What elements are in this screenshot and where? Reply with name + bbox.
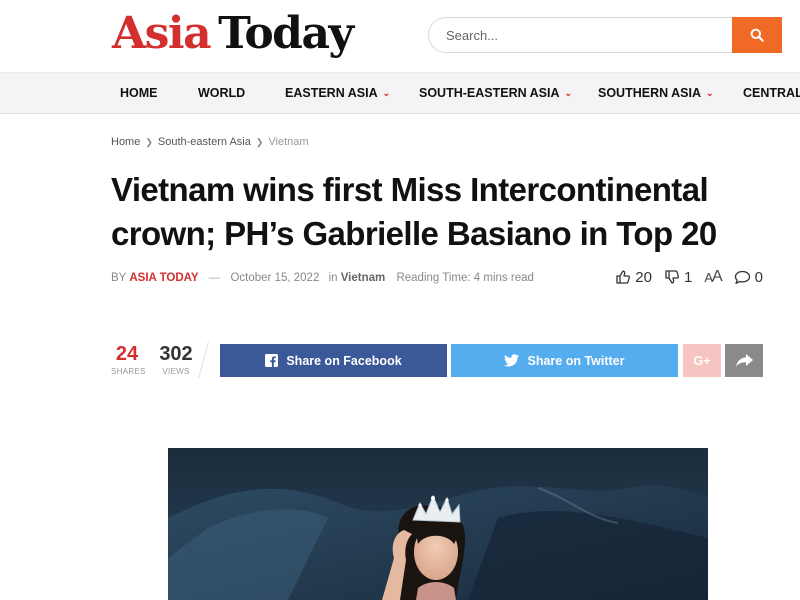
like-button[interactable]: 20 — [615, 269, 652, 286]
nav-item-label: SOUTH-EASTERN ASIA — [419, 86, 560, 100]
share-arrow-icon — [735, 353, 753, 367]
site-logo[interactable]: Asia Today — [112, 8, 354, 60]
font-size-toggle[interactable]: AA — [704, 268, 723, 286]
article-actions: 20 1 AA 0 — [603, 268, 763, 286]
chevron-down-icon: ⌄ — [382, 88, 391, 98]
nav-item-label: HOME — [120, 86, 158, 100]
hero-illustration — [168, 448, 708, 600]
nav-item-southern-asia[interactable]: SOUTHERN ASIA ⌄ — [598, 73, 714, 115]
chevron-right-icon: ❯ — [145, 137, 153, 147]
meta-by: BY — [111, 272, 127, 284]
share-twitter-label: Share on Twitter — [527, 353, 625, 368]
chevron-down-icon: ⌄ — [706, 88, 714, 98]
reading-time: Reading Time: 4 mins read — [396, 272, 534, 284]
chevron-right-icon: ❯ — [255, 137, 264, 147]
share-facebook-label: Share on Facebook — [286, 353, 402, 368]
shares-counter: 24 SHARES — [111, 343, 146, 376]
breadcrumb: Home ❯ South-eastern Asia ❯ Vietnam — [111, 136, 309, 148]
article-date: October 15, 2022 — [230, 272, 320, 284]
logo-part-today: Today — [218, 8, 354, 59]
article-hero-image — [168, 448, 708, 600]
comments-button[interactable]: 0 — [734, 269, 763, 286]
logo-part-asia: Asia — [112, 8, 212, 59]
meta-dash: — — [208, 272, 221, 284]
chevron-down-icon: ⌄ — [564, 88, 573, 98]
nav-item-label: EASTERN ASIA — [285, 86, 378, 100]
nav-item-label: WORLD — [198, 86, 246, 100]
nav-item-world[interactable]: WORLD — [198, 73, 245, 115]
share-twitter-button[interactable]: Share on Twitter — [451, 344, 678, 377]
site-header: Asia Today — [0, 0, 800, 72]
thumbs-down-icon — [665, 270, 679, 284]
dislike-count: 1 — [683, 268, 693, 286]
shares-label: SHARES — [111, 367, 146, 376]
article-title: Vietnam wins first Miss Intercontinental… — [111, 171, 717, 252]
comment-icon — [734, 270, 750, 284]
share-facebook-button[interactable]: Share on Facebook — [220, 344, 447, 377]
thumbs-up-icon — [616, 270, 631, 284]
nav-item-central-asia[interactable]: CENTRAL A — [743, 73, 800, 115]
breadcrumb-home[interactable]: Home — [111, 136, 140, 148]
googleplus-label: G+ — [693, 353, 711, 368]
article-author[interactable]: ASIA TODAY — [129, 272, 198, 284]
share-more-button[interactable] — [725, 344, 763, 377]
shares-count: 24 — [115, 343, 139, 365]
font-size-small-label: A — [704, 269, 713, 285]
breadcrumb-south-eastern-asia[interactable]: South-eastern Asia — [158, 136, 251, 148]
views-counter: 302 VIEWS — [156, 343, 196, 376]
nav-item-label: SOUTHERN ASIA — [598, 86, 702, 100]
font-size-big-label: A — [711, 268, 723, 285]
search-icon — [750, 28, 764, 42]
nav-item-label: CENTRAL A — [743, 86, 800, 100]
article-meta: BY ASIA TODAY — October 15, 2022 in Viet… — [111, 272, 534, 284]
views-count: 302 — [159, 343, 193, 365]
share-divider — [198, 342, 209, 378]
nav-item-home[interactable]: HOME — [120, 73, 158, 115]
search-form — [428, 17, 782, 53]
views-label: VIEWS — [162, 367, 190, 376]
share-googleplus-button[interactable]: G+ — [683, 344, 721, 377]
like-count: 20 — [635, 268, 652, 286]
twitter-icon — [504, 354, 520, 367]
comment-count: 0 — [754, 268, 763, 286]
dislike-button[interactable]: 1 — [664, 269, 692, 286]
search-input[interactable] — [428, 17, 732, 53]
meta-in: in — [328, 272, 338, 284]
article-category[interactable]: Vietnam — [341, 272, 386, 284]
breadcrumb-vietnam[interactable]: Vietnam — [268, 136, 308, 148]
nav-item-eastern-asia[interactable]: EASTERN ASIA ⌄ — [285, 73, 390, 115]
main-nav: HOME WORLD EASTERN ASIA ⌄ SOUTH-EASTERN A… — [0, 72, 800, 114]
nav-item-south-eastern-asia[interactable]: SOUTH-EASTERN ASIA ⌄ — [419, 73, 572, 115]
facebook-icon — [265, 354, 279, 367]
search-button[interactable] — [732, 17, 782, 53]
